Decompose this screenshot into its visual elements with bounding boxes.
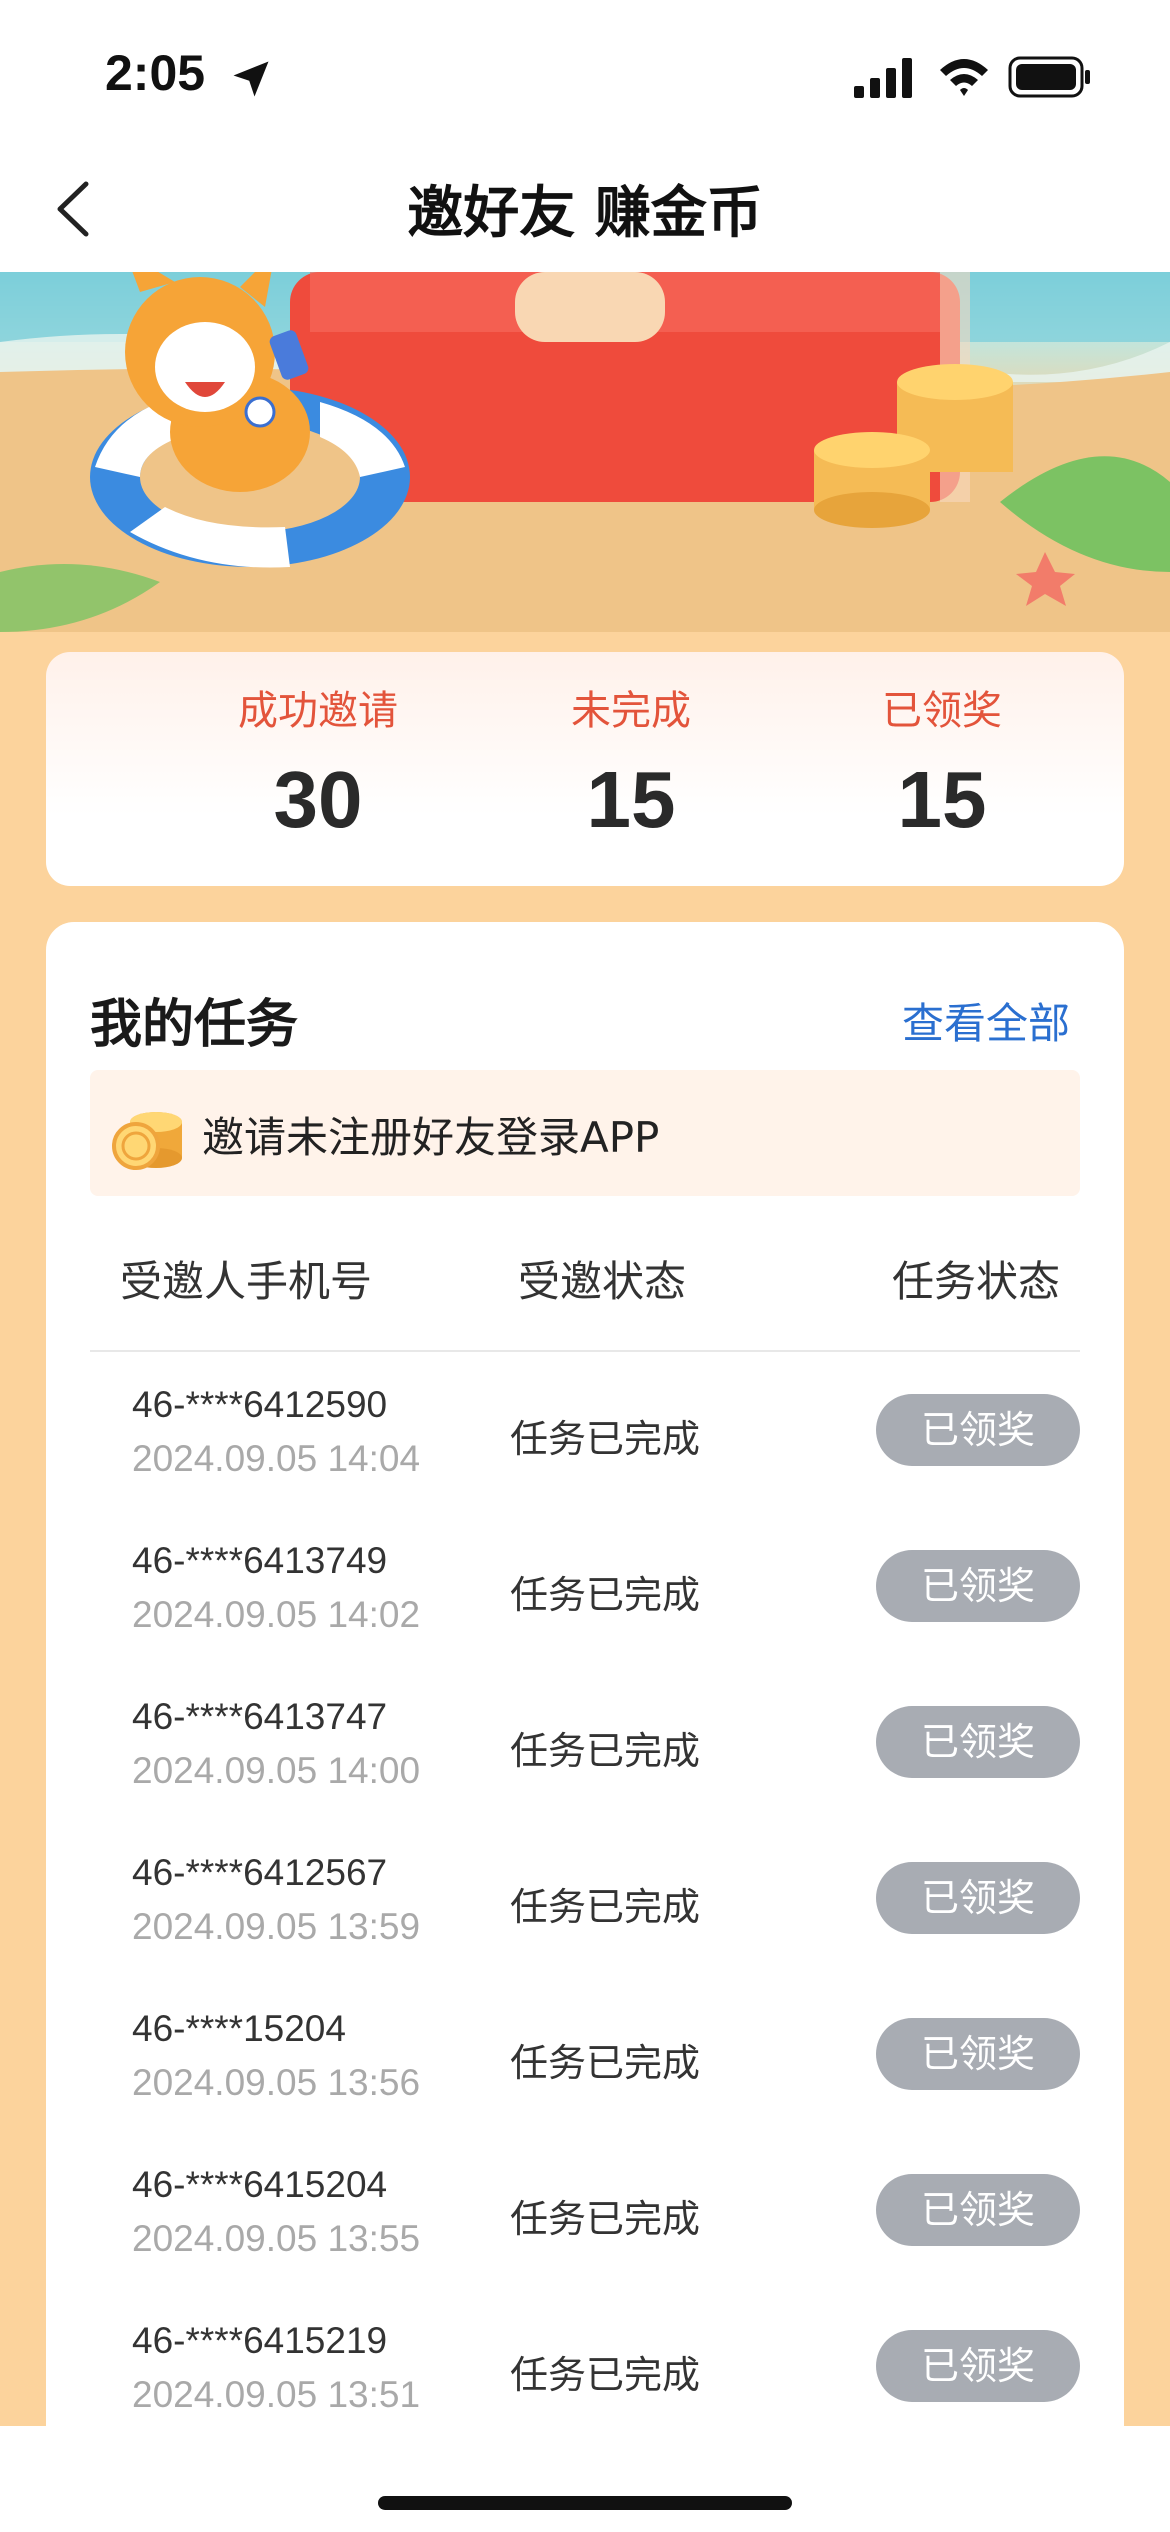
table-row: 46-****6412567 2024.09.05 13:59 任务已完成 已领… xyxy=(46,1852,1124,2008)
invitee-phone: 46-****6413747 xyxy=(132,1696,388,1737)
stat-value: 15 xyxy=(897,755,987,844)
claimed-button[interactable]: 已领奖 xyxy=(876,1862,1080,1934)
table-row: 46-****6415204 2024.09.05 13:55 任务已完成 已领… xyxy=(46,2164,1124,2320)
invite-status: 任务已完成 xyxy=(510,2041,701,2085)
invite-status: 任务已完成 xyxy=(510,1885,701,1929)
stat-label: 已领奖 xyxy=(882,688,1002,734)
page-title: 邀好友 赚金币 xyxy=(407,181,763,246)
invitee-phone: 46-****6413749 xyxy=(132,1540,388,1581)
task-description-banner: 邀请未注册好友登录APP xyxy=(90,1070,1080,1196)
invite-time: 2024.09.05 14:02 xyxy=(132,1594,421,1635)
claimed-button[interactable]: 已领奖 xyxy=(876,2018,1080,2090)
invite-status: 任务已完成 xyxy=(510,2353,701,2397)
column-header-phone: 受邀人手机号 xyxy=(120,1257,373,1306)
invite-status: 任务已完成 xyxy=(510,1417,701,1461)
claimed-button[interactable]: 已领奖 xyxy=(876,1394,1080,1466)
claimed-button[interactable]: 已领奖 xyxy=(876,1550,1080,1622)
table-divider xyxy=(90,1350,1080,1352)
invite-status: 任务已完成 xyxy=(510,2197,701,2241)
claimed-button[interactable]: 已领奖 xyxy=(876,1706,1080,1778)
table-row: 46-****15204 2024.09.05 13:56 任务已完成 已领奖 xyxy=(46,2008,1124,2164)
claimed-button[interactable]: 已领奖 xyxy=(876,2174,1080,2246)
stat-value: 15 xyxy=(586,755,676,844)
invitee-phone: 46-****15204 xyxy=(132,2008,346,2049)
invitee-phone: 46-****6412567 xyxy=(132,1852,388,1893)
stat-claimed: 已领奖 15 xyxy=(792,678,1092,846)
signal-icon xyxy=(854,58,912,98)
invite-time: 2024.09.05 13:56 xyxy=(132,2062,421,2103)
invite-status: 任务已完成 xyxy=(510,1729,701,1773)
status-bar: 2:05 xyxy=(0,0,1170,150)
stat-label: 成功邀请 xyxy=(238,688,398,734)
invite-time: 2024.09.05 13:59 xyxy=(132,1906,421,1947)
battery-icon xyxy=(1008,56,1090,98)
stat-label: 未完成 xyxy=(571,688,691,734)
stat-success-invites: 成功邀请 30 xyxy=(168,678,468,846)
table-row: 46-****6413749 2024.09.05 14:02 任务已完成 已领… xyxy=(46,1540,1124,1696)
gold-coin-icon xyxy=(112,1112,182,1170)
banner-illustration xyxy=(0,272,1170,632)
view-all-link[interactable]: 查看全部 xyxy=(902,990,1070,1051)
my-tasks-card: 我的任务 查看全部 邀请未注册好友登录APP 受邀人手机号 受邀状态 任务状态 … xyxy=(46,922,1124,2532)
invitee-phone: 46-****6415219 xyxy=(132,2320,388,2361)
invitee-phone: 46-****6412590 xyxy=(132,1384,388,1425)
invite-time: 2024.09.05 13:55 xyxy=(132,2218,421,2259)
task-description-text: 邀请未注册好友登录APP xyxy=(202,1113,660,1162)
invite-time: 2024.09.05 13:51 xyxy=(132,2374,421,2415)
home-indicator[interactable] xyxy=(378,2496,792,2510)
tasks-title: 我的任务 xyxy=(90,995,299,1055)
column-header-invite-status: 受邀状态 xyxy=(518,1257,687,1306)
table-row: 46-****6413747 2024.09.05 14:00 任务已完成 已领… xyxy=(46,1696,1124,1852)
stat-value: 30 xyxy=(273,755,363,844)
stat-incomplete: 未完成 15 xyxy=(481,678,781,846)
invite-time: 2024.09.05 14:04 xyxy=(132,1438,421,1479)
nav-bar: 邀好友 赚金币 xyxy=(0,150,1170,272)
invitee-phone: 46-****6415204 xyxy=(132,2164,388,2205)
table-row: 46-****6412590 2024.09.05 14:04 任务已完成 已领… xyxy=(46,1384,1124,1540)
claimed-button[interactable]: 已领奖 xyxy=(876,2330,1080,2402)
location-arrow-icon xyxy=(233,61,269,97)
wifi-icon xyxy=(940,59,988,96)
column-header-task-status: 任务状态 xyxy=(892,1257,1061,1306)
invite-status: 任务已完成 xyxy=(510,1573,701,1617)
status-time: 2:05 xyxy=(105,45,206,101)
promo-banner xyxy=(0,272,1170,632)
invite-time: 2024.09.05 14:00 xyxy=(132,1750,421,1791)
home-indicator-area xyxy=(0,2426,1170,2532)
invite-stats-card: 成功邀请 30 未完成 15 已领奖 15 xyxy=(46,652,1124,886)
